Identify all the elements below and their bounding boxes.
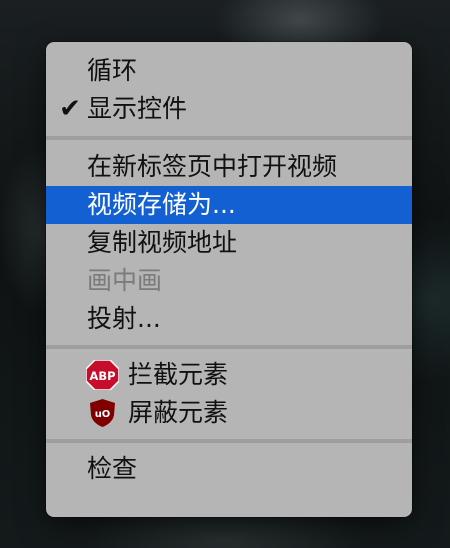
svg-text:ABP: ABP [89,369,115,383]
menu-separator [46,345,412,349]
menu-item-block-element[interactable]: ABP 拦截元素 [46,356,412,394]
menu-item-label: 投射... [87,304,161,333]
menu-separator [46,136,412,140]
menu-item-label: 复制视频地址 [87,228,238,257]
menu-item-show-controls[interactable]: ✔ 显示控件 [46,90,412,128]
menu-item-save-video-as[interactable]: 视频存储为... [46,186,412,224]
menu-item-label: 拦截元素 [128,360,229,389]
menu-item-loop[interactable]: 循环 [46,52,412,90]
adblock-plus-icon: ABP [86,360,119,390]
menu-separator [46,439,412,443]
menu-item-cast[interactable]: 投射... [46,300,412,338]
menu-item-label: 循环 [87,56,138,85]
menu-item-label: 画中画 [87,266,163,295]
menu-item-label: 视频存储为... [87,190,236,219]
ublock-origin-icon: uO [90,399,115,427]
menu-item-label: 在新标签页中打开视频 [87,152,338,181]
menu-item-label: 屏蔽元素 [128,398,229,427]
menu-item-picture-in-picture: 画中画 [46,262,412,300]
menu-item-label: 检查 [87,454,138,483]
menu-item-hide-element[interactable]: uO 屏蔽元素 [46,394,412,432]
svg-text:uO: uO [95,409,111,420]
menu-item-label: 显示控件 [87,94,188,123]
menu-item-open-in-new-tab[interactable]: 在新标签页中打开视频 [46,148,412,186]
checkmark-icon: ✔ [59,94,81,124]
menu-item-inspect[interactable]: 检查 [46,450,412,488]
context-menu: 循环 ✔ 显示控件 在新标签页中打开视频 视频存储为... 复制视频地址 画中画… [46,42,412,517]
menu-item-copy-video-address[interactable]: 复制视频地址 [46,224,412,262]
